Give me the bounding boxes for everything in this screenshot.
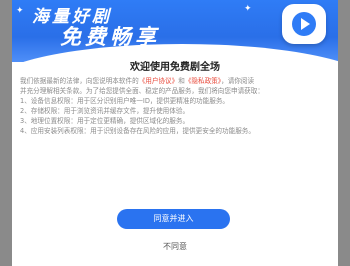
intro-line: 我们依据最新的法律，向您说明本软件的《用户协议》和《隐私政策》，请你阅读 <box>20 76 332 86</box>
play-icon <box>282 4 326 44</box>
intro-line: 并充分理解相关条款。为了给您提供全面、稳定的产品服务，我们将向您申请获取： <box>20 87 264 95</box>
agree-button[interactable]: 同意并进入 <box>117 209 230 229</box>
privacy-policy-link[interactable]: 《隐私政策》 <box>185 77 221 85</box>
disagree-button[interactable]: 不同意 <box>12 241 338 252</box>
promo-banner: ✦ ✦ ✦ 海量好剧 免费畅享 <box>12 0 338 62</box>
permission-item: 2、存储权限：用于浏览资讯并缓存文件，提升使用体验。 <box>20 107 190 115</box>
dialog-body: 我们依据最新的法律，向您说明本软件的《用户协议》和《隐私政策》，请你阅读 并充分… <box>20 76 332 136</box>
dialog-title: 欢迎使用免费剧全场 <box>130 62 220 73</box>
sparkle-icon: ✦ <box>16 6 24 16</box>
permission-item: 4、应用安装列表权限：用于识别设备存在风险的应用，提供更安全的功能服务。 <box>20 127 255 135</box>
sparkle-icon: ✦ <box>244 4 252 14</box>
user-agreement-link[interactable]: 《用户协议》 <box>139 77 179 85</box>
privacy-consent-dialog: ✦ ✦ ✦ 海量好剧 免费畅享 欢迎使用免费剧全场 我们依据最新的法律，向您说明… <box>12 0 338 266</box>
permission-item: 3、地理位置权限：用于定位更精确，提供区域化的服务。 <box>20 117 190 125</box>
intro-text: 和 <box>178 77 185 85</box>
permission-item: 1、设备信息权限：用于区分识别用户唯一ID，提供更精准的功能服务。 <box>20 97 230 105</box>
intro-text: 我们依据最新的法律，向您说明本软件的 <box>20 77 139 85</box>
intro-text: ，请你阅读 <box>221 77 255 85</box>
